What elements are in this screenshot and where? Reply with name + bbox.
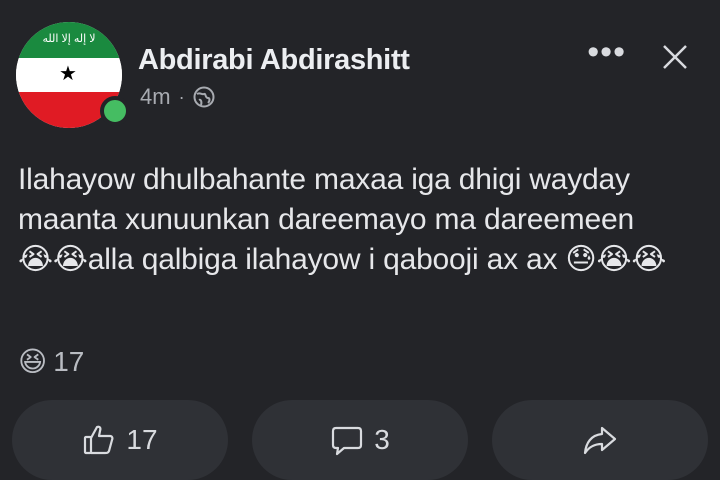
post-time[interactable]: 4m [140,84,171,110]
globe-icon [193,86,215,108]
action-bar: 17 3 [0,400,720,480]
post-body-text: Ilahayow dhulbahante maxaa iga dhigi way… [18,163,667,276]
haha-reaction-icon: 😆 [18,346,48,377]
post-header: لا إله إلا الله ★ Abdirabi Abdirashitt 4… [16,22,704,128]
like-count: 17 [126,424,158,455]
comment-button[interactable]: 3 [252,400,468,480]
flag-star-icon: ★ [59,63,77,85]
close-icon[interactable] [660,42,690,72]
share-button[interactable] [492,400,708,480]
post-meta: 4m · [140,84,215,110]
comment-count: 3 [374,424,390,455]
online-status-dot [100,96,130,126]
like-button[interactable]: 17 [12,400,228,480]
reaction-summary[interactable]: 😆 17 [18,345,84,378]
share-icon [582,423,618,457]
flag-script: لا إله إلا الله [42,33,96,45]
comment-icon [330,423,364,457]
more-options-button[interactable]: ••• [587,35,626,69]
reaction-count: 17 [53,345,85,377]
meta-separator: · [178,86,185,107]
thumbs-up-icon [82,423,116,457]
author-name[interactable]: Abdirabi Abdirashitt [138,44,410,77]
